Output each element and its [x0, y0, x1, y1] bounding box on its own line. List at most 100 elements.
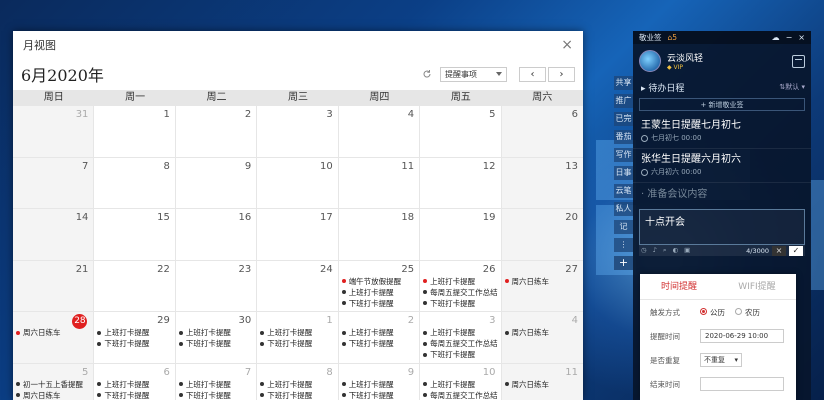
- close-icon[interactable]: ×: [561, 37, 573, 53]
- side-tab[interactable]: 私人: [614, 202, 633, 216]
- note-editor[interactable]: 十点开会: [639, 209, 805, 245]
- new-note-button[interactable]: + 新增敬业签: [639, 98, 805, 111]
- calendar-event[interactable]: 周六日练车: [504, 276, 580, 287]
- calendar-event[interactable]: 下班打卡提醒: [178, 390, 253, 400]
- day-cell[interactable]: 10: [257, 157, 339, 209]
- side-tab[interactable]: 推广: [614, 94, 633, 108]
- day-cell[interactable]: 4: [338, 106, 421, 158]
- calendar-event[interactable]: 上班打卡提醒: [423, 379, 497, 390]
- day-cell[interactable]: 13: [501, 157, 583, 209]
- tab-wifi-reminder[interactable]: WIFI提醒: [718, 274, 796, 299]
- day-cell[interactable]: 6 上班打卡提醒 下班打卡提醒: [94, 363, 176, 400]
- day-cell[interactable]: 30 上班打卡提醒 下班打卡提醒: [175, 312, 258, 364]
- calendar-event[interactable]: 上班打卡提醒: [260, 379, 334, 390]
- calendar-event[interactable]: 上班打卡提醒: [341, 287, 416, 298]
- repeat-select[interactable]: 不重复 ▾: [700, 353, 742, 367]
- day-cell[interactable]: 23: [175, 260, 258, 312]
- day-cell[interactable]: 17: [257, 209, 339, 261]
- calendar-event[interactable]: 下班打卡提醒: [341, 390, 416, 400]
- day-cell[interactable]: 20: [501, 209, 583, 261]
- close-icon[interactable]: ×: [798, 33, 805, 42]
- day-cell[interactable]: 9 上班打卡提醒 下班打卡提醒: [339, 363, 421, 400]
- calendar-event[interactable]: 下班打卡提醒: [260, 390, 334, 400]
- side-tab[interactable]: 已完: [614, 112, 633, 126]
- calendar-event[interactable]: 周六日练车: [16, 327, 72, 338]
- side-tab[interactable]: 番茄: [614, 130, 633, 144]
- calendar-event[interactable]: 上班打卡提醒: [341, 327, 416, 338]
- avatar[interactable]: [639, 50, 661, 72]
- day-cell[interactable]: 5 初一十五上香提醒 周六日练车: [13, 363, 95, 400]
- cloud-icon[interactable]: ☁: [772, 33, 780, 42]
- day-cell[interactable]: 2 上班打卡提醒 下班打卡提醒: [338, 312, 421, 364]
- calendar-event[interactable]: 上班打卡提醒: [178, 379, 253, 390]
- image-icon[interactable]: ▣: [684, 246, 690, 255]
- minimize-icon[interactable]: −: [786, 33, 793, 42]
- day-cell[interactable]: 31: [13, 106, 95, 158]
- day-cell[interactable]: 5: [420, 106, 502, 158]
- day-cell[interactable]: 15: [94, 209, 176, 261]
- side-tab[interactable]: 日事: [614, 166, 633, 180]
- end-input[interactable]: [700, 377, 784, 391]
- calendar-event[interactable]: 端午节放假提醒: [341, 276, 416, 287]
- calendar-event[interactable]: 上班打卡提醒: [97, 379, 171, 390]
- calendar-event[interactable]: 下班打卡提醒: [97, 390, 171, 400]
- refresh-icon[interactable]: [420, 67, 434, 81]
- calendar-event[interactable]: 上班打卡提醒: [260, 327, 334, 338]
- sort-dropdown[interactable]: ⇅默认 ▾: [779, 82, 805, 92]
- calendar-icon[interactable]: [792, 54, 805, 68]
- day-cell[interactable]: 3 上班打卡提醒 每周五提交工作总结 下班打卡提醒: [420, 312, 502, 364]
- note-item[interactable]: 王蒙生日提醒七月初七 七月初七 00:00: [633, 115, 811, 149]
- prev-month-button[interactable]: ‹: [519, 66, 546, 82]
- day-cell[interactable]: 12: [420, 157, 502, 209]
- side-tab[interactable]: 共享: [614, 76, 633, 90]
- calendar-event[interactable]: 上班打卡提醒: [341, 379, 416, 390]
- day-cell[interactable]: 10 上班打卡提醒 每周五提交工作总结: [420, 363, 502, 400]
- bell-icon[interactable]: ♪: [653, 246, 657, 255]
- day-cell[interactable]: 1: [94, 106, 176, 158]
- calendar-event[interactable]: 下班打卡提醒: [260, 338, 334, 349]
- calendar-event[interactable]: 下班打卡提醒: [178, 338, 253, 349]
- bell-icon[interactable]: ⌂5: [668, 33, 678, 42]
- calendar-event[interactable]: 上班打卡提醒: [97, 327, 171, 338]
- day-cell[interactable]: 19: [420, 209, 502, 261]
- calendar-event[interactable]: 下班打卡提醒: [423, 349, 497, 360]
- side-tab[interactable]: 记: [614, 220, 633, 234]
- calendar-event[interactable]: 下班打卡提醒: [97, 338, 171, 349]
- color-icon[interactable]: ◐: [672, 246, 678, 255]
- calendar-event[interactable]: 每周五提交工作总结: [423, 287, 498, 298]
- calendar-event[interactable]: 每周五提交工作总结: [423, 338, 498, 349]
- calendar-event[interactable]: 上班打卡提醒: [423, 276, 497, 287]
- day-cell[interactable]: 7 上班打卡提醒 下班打卡提醒: [176, 363, 258, 400]
- attach-icon[interactable]: ⌕: [663, 246, 667, 255]
- lunar-option[interactable]: 农历: [735, 307, 760, 318]
- day-cell[interactable]: 11: [338, 157, 421, 209]
- clock-icon[interactable]: ◷: [641, 246, 647, 255]
- day-cell[interactable]: 2: [175, 106, 258, 158]
- day-cell[interactable]: 16: [175, 209, 258, 261]
- day-cell[interactable]: 8 上班打卡提醒 下班打卡提醒: [257, 363, 339, 400]
- note-item[interactable]: 张华生日提醒六月初六 六月初六 00:00: [633, 149, 811, 183]
- next-month-button[interactable]: ›: [548, 66, 575, 82]
- day-cell[interactable]: 21: [13, 260, 95, 312]
- time-input[interactable]: 2020-06-29 10:00: [700, 329, 784, 343]
- day-cell[interactable]: 7: [13, 157, 95, 209]
- day-cell[interactable]: 24: [257, 260, 339, 312]
- day-cell[interactable]: 28 周六日练车: [13, 312, 95, 364]
- calendar-event[interactable]: 下班打卡提醒: [341, 338, 416, 349]
- cancel-button[interactable]: ×: [772, 245, 786, 256]
- more-icon[interactable]: ⋮: [614, 238, 633, 252]
- day-cell[interactable]: 25 端午节放假提醒 上班打卡提醒 下班打卡提醒: [338, 260, 421, 312]
- calendar-event[interactable]: 下班打卡提醒: [341, 298, 416, 309]
- day-cell[interactable]: 22: [94, 260, 176, 312]
- day-cell[interactable]: 26 上班打卡提醒 每周五提交工作总结 下班打卡提醒: [420, 260, 502, 312]
- calendar-event[interactable]: 下班打卡提醒: [423, 298, 497, 309]
- calendar-event[interactable]: 周六日练车: [504, 379, 580, 390]
- day-cell[interactable]: 4 周六日练车: [501, 312, 583, 364]
- calendar-event[interactable]: 上班打卡提醒: [423, 327, 497, 338]
- day-cell[interactable]: 27 周六日练车: [501, 260, 583, 312]
- calendar-event[interactable]: 周六日练车: [16, 390, 90, 400]
- day-cell[interactable]: 11 周六日练车: [501, 363, 583, 400]
- confirm-button[interactable]: ✓: [789, 245, 803, 256]
- day-cell[interactable]: 9: [175, 157, 258, 209]
- add-icon[interactable]: +: [614, 256, 633, 270]
